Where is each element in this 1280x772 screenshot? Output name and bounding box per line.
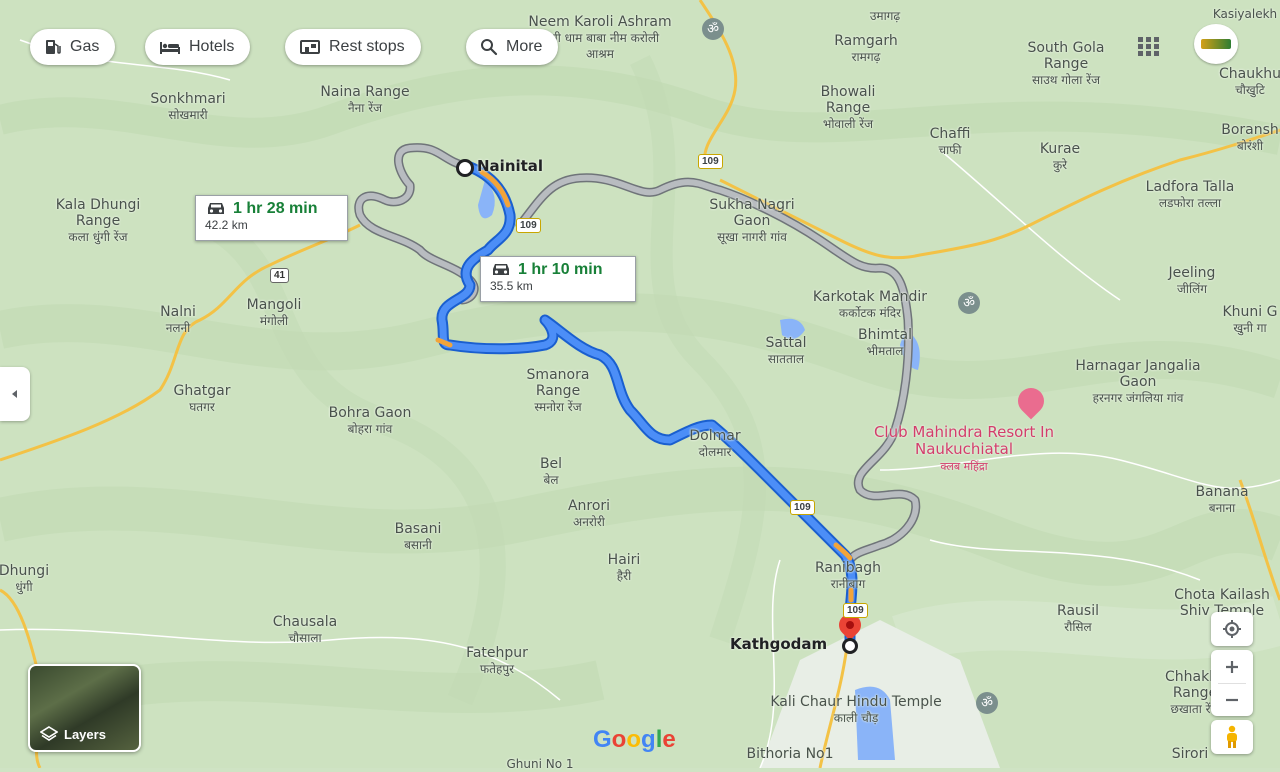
layers-icon — [40, 726, 58, 741]
destination-marker[interactable] — [842, 638, 858, 654]
place-label[interactable]: Nalni नलनी — [160, 304, 196, 336]
place-label[interactable]: Boransh बोरंशी — [1221, 122, 1279, 154]
rest-stops-chip-label: Rest stops — [329, 38, 405, 55]
highway-shield: 109 — [843, 603, 868, 618]
more-chip-label: More — [506, 38, 543, 55]
poi-label[interactable]: Club Mahindra Resort In Naukuchiatal क्लब… — [859, 424, 1069, 475]
street-view-button[interactable] — [1211, 720, 1253, 754]
zoom-out-button[interactable] — [1211, 684, 1253, 716]
chevron-left-icon — [12, 390, 17, 398]
zoom-in-button[interactable] — [1211, 651, 1253, 683]
place-label[interactable]: Dhungi धुंगी — [0, 563, 49, 595]
plus-icon — [1226, 660, 1238, 673]
place-label[interactable]: Dolmar दोलमार — [689, 428, 740, 460]
place-label[interactable]: Bohra Gaon बोहरा गांव — [325, 405, 415, 437]
place-label[interactable]: Kala Dhungi Range कला धुंगी रेंज — [43, 197, 153, 245]
crosshair-icon — [1223, 620, 1241, 638]
place-label[interactable]: Mangoli मंगोली — [247, 297, 302, 329]
rest-stop-icon — [300, 40, 320, 54]
place-label[interactable]: Sonkhmari सोखमारी — [150, 91, 225, 123]
layers-button[interactable]: Layers — [28, 664, 141, 752]
highway-shield: 109 — [698, 154, 723, 169]
national-highway-shield: 41 — [270, 268, 290, 283]
place-label[interactable]: Kurae कुरे — [1040, 141, 1080, 173]
place-label[interactable]: Anrori अनरोरी — [568, 498, 610, 530]
gas-chip[interactable]: Gas — [30, 29, 116, 65]
hotels-chip[interactable]: Hotels — [145, 29, 251, 65]
search-icon — [481, 39, 498, 56]
place-label[interactable]: Chaukhu चौखुटि — [1219, 66, 1280, 98]
place-label[interactable]: Sirori — [1172, 746, 1208, 762]
place-label[interactable]: Basani बसानी — [395, 521, 442, 553]
place-label[interactable]: Ranibagh रानीबाग — [815, 560, 881, 592]
place-label[interactable]: Fatehpur फतेहपुर — [466, 645, 528, 677]
my-location-button[interactable] — [1211, 612, 1253, 646]
place-label[interactable]: Chausala चौसाला — [273, 614, 337, 646]
place-label[interactable]: Banana बनाना — [1195, 484, 1248, 516]
place-label[interactable]: Chaffi चाफी — [930, 126, 971, 158]
pegman-icon — [1227, 725, 1237, 748]
place-label[interactable]: Sattal सातताल — [766, 335, 807, 367]
place-label[interactable]: Bithoria No1 — [746, 746, 833, 762]
gas-station-icon — [46, 40, 61, 54]
place-label[interactable]: उमागढ़ — [870, 8, 900, 24]
place-label[interactable]: Naina Range नैना रेंज — [320, 84, 409, 116]
temple-icon[interactable]: ॐ — [976, 692, 998, 714]
place-label[interactable]: Bhowali Range भोवाली रेंज — [798, 84, 898, 132]
place-label[interactable]: Jeeling जीलिंग — [1169, 265, 1216, 297]
bed-icon — [160, 42, 180, 54]
temple-icon[interactable]: ॐ — [958, 292, 980, 314]
avatar[interactable] — [1194, 24, 1238, 64]
place-label[interactable]: Bhimtal भीमताल — [858, 327, 912, 359]
layers-label: Layers — [64, 726, 106, 742]
place-label[interactable]: Smanora Range स्मनोरा रेंज — [513, 367, 603, 415]
place-label[interactable]: Ghuni No 1 — [506, 756, 573, 772]
primary-route-distance: 35.5 km — [490, 279, 533, 293]
temple-icon[interactable]: ॐ — [702, 18, 724, 40]
place-label[interactable]: Harnagar Jangalia Gaon हरनगर जंगलिया गांव — [1068, 358, 1208, 406]
more-chip[interactable]: More — [466, 29, 559, 65]
apps-grid-icon[interactable] — [1137, 36, 1161, 56]
place-label[interactable]: Bel बेल — [540, 456, 562, 488]
destination-label[interactable]: Kathgodam — [730, 636, 827, 652]
hotels-chip-label: Hotels — [189, 38, 235, 55]
place-label[interactable]: Ladfora Talla लडफोरा तल्ला — [1146, 179, 1235, 211]
minus-icon — [1226, 698, 1238, 701]
place-label[interactable]: Karkotak Mandir कर्कोटक मंदिर — [813, 289, 927, 321]
car-icon — [493, 264, 509, 275]
place-label[interactable]: Ramgarh रामगढ़ — [834, 33, 898, 65]
place-label[interactable]: Sukha Nagri Gaon सूखा नागरी गांव — [707, 197, 797, 245]
primary-route-time: 1 hr 10 min — [518, 261, 603, 278]
alternate-route-time: 1 hr 28 min — [233, 200, 318, 217]
alternate-route-box[interactable]: 1 hr 28 min 42.2 km — [195, 195, 348, 241]
highway-shield: 109 — [790, 500, 815, 515]
google-logo: Google — [593, 726, 676, 753]
highway-shield: 109 — [516, 218, 541, 233]
place-label[interactable]: Kasiyalekh — [1213, 6, 1277, 22]
car-icon — [208, 203, 224, 214]
collapse-side-panel-button[interactable] — [0, 367, 30, 421]
place-label[interactable]: Rausil रौसिल — [1057, 603, 1099, 635]
place-label[interactable]: Hairi हैरी — [608, 552, 641, 584]
origin-label[interactable]: Nainital — [477, 158, 543, 174]
zoom-controls — [1211, 650, 1253, 716]
place-label[interactable]: Ghatgar घतगर — [173, 383, 230, 415]
avatar-logo-icon — [1201, 39, 1231, 49]
origin-marker[interactable] — [456, 159, 474, 177]
gas-chip-label: Gas — [70, 38, 100, 55]
place-label[interactable]: Kali Chaur Hindu Temple काली चौड़ — [770, 694, 941, 726]
rest-stops-chip[interactable]: Rest stops — [285, 29, 421, 65]
primary-route-box[interactable]: 1 hr 10 min 35.5 km — [480, 256, 636, 302]
place-label[interactable]: South Gola Range साउथ गोला रेंज — [1016, 40, 1116, 88]
alternate-route-distance: 42.2 km — [205, 218, 248, 232]
place-label[interactable]: Khuni G खुनी गा — [1223, 304, 1278, 336]
